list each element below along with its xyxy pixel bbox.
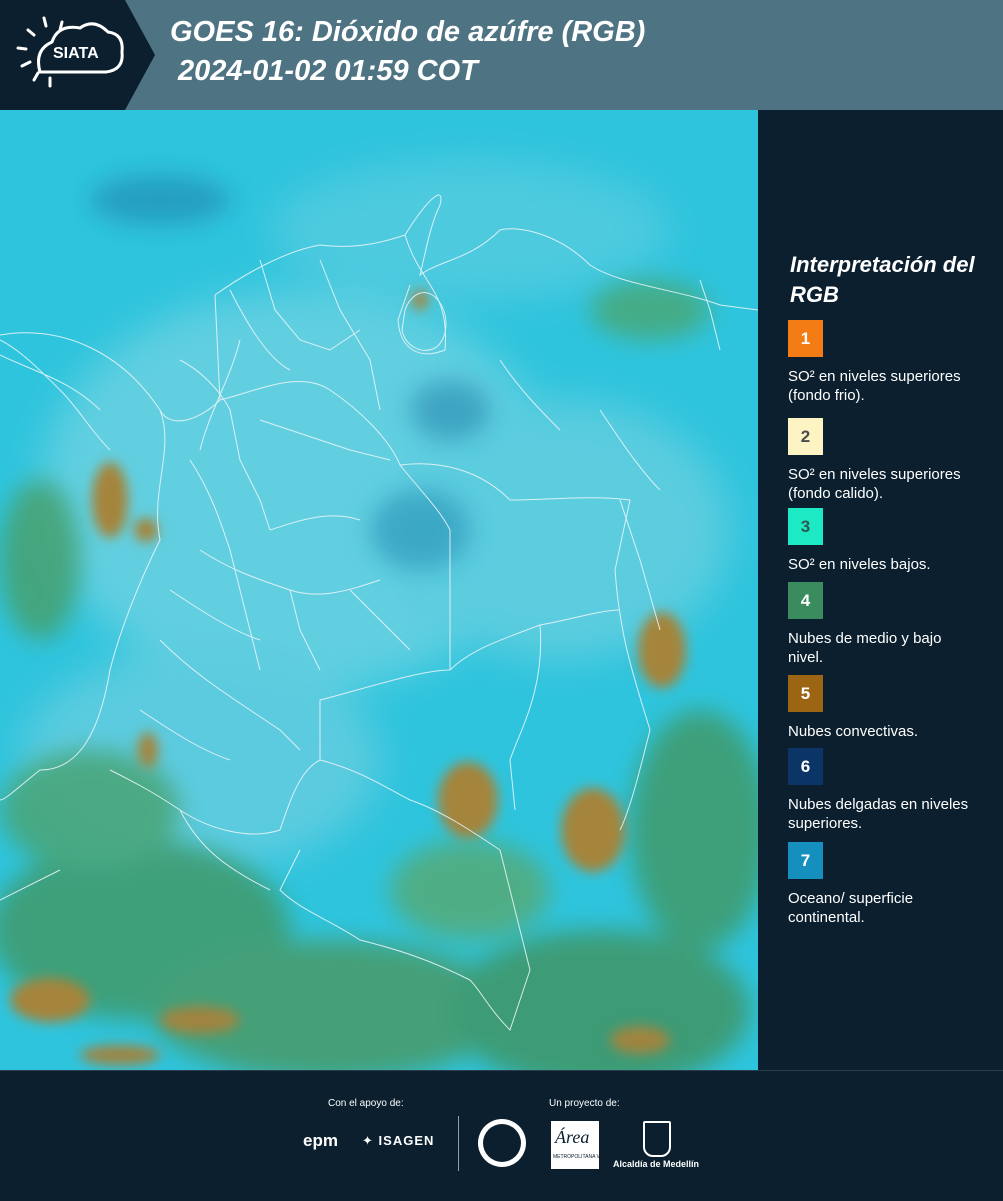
medellin-seal-icon[interactable] bbox=[478, 1119, 526, 1167]
legend-title: Interpretación del RGB bbox=[790, 252, 975, 307]
legend-label-6: Nubes delgadas en niveles superiores. bbox=[788, 796, 969, 832]
alcaldia-shield-icon[interactable] bbox=[643, 1121, 671, 1157]
page-title: GOES 16: Dióxido de azúfre (RGB) bbox=[170, 16, 646, 48]
legend-swatch-5: 5 bbox=[788, 675, 823, 712]
area-metropolitana-logo[interactable]: Área METROPOLITANA Valle de Aburrá bbox=[551, 1121, 630, 1169]
support-label: Con el apoyo de: bbox=[328, 1098, 404, 1109]
legend-swatch-3: 3 bbox=[788, 508, 823, 545]
isagen-logo[interactable]: ✦ ISAGEN bbox=[362, 1133, 434, 1149]
area-logo-text: Área bbox=[555, 1127, 590, 1147]
legend-item-3: 3 SO² en niveles bajos. bbox=[788, 508, 988, 574]
alcaldia-label: Alcaldía de Medellín bbox=[613, 1159, 700, 1169]
legend-item-2: 2 SO² en niveles superiores (fondo calid… bbox=[788, 418, 988, 503]
siata-logo[interactable]: SIATA bbox=[0, 0, 155, 110]
legend-label-5: Nubes convectivas. bbox=[788, 723, 919, 740]
page-timestamp: 2024-01-02 01:59 COT bbox=[178, 55, 478, 87]
legend-swatch-6: 6 bbox=[788, 748, 823, 785]
legend-label-4: Nubes de medio y bajo nivel. bbox=[788, 630, 942, 666]
legend-swatch-7: 7 bbox=[788, 842, 823, 879]
legend-label-2: SO² en niveles superiores (fondo calido)… bbox=[788, 466, 961, 502]
footer-divider bbox=[458, 1116, 459, 1171]
epm-logo[interactable]: epm bbox=[303, 1131, 338, 1151]
isagen-logo-icon: ✦ bbox=[362, 1133, 374, 1148]
legend-item-4: 4 Nubes de medio y bajo nivel. bbox=[788, 582, 988, 667]
legend-item-1: 1 SO² en niveles superiores (fondo frio)… bbox=[788, 320, 988, 405]
footer-bar: Con el apoyo de: Un proyecto de: epm ✦ I… bbox=[0, 1070, 1003, 1201]
legend-label-7: Oceano/ superficie continental. bbox=[788, 890, 914, 926]
satellite-map-image bbox=[0, 110, 758, 1070]
isagen-logo-text: ISAGEN bbox=[378, 1133, 435, 1148]
legend-panel: Interpretación del RGB 1 SO² en niveles … bbox=[758, 110, 1003, 1070]
legend-item-6: 6 Nubes delgadas en niveles superiores. bbox=[788, 748, 988, 833]
project-label: Un proyecto de: bbox=[549, 1098, 620, 1109]
header-bar: SIATA GOES 16: Dióxido de azúfre (RGB) 2… bbox=[0, 0, 1003, 110]
legend-label-3: SO² en niveles bajos. bbox=[788, 556, 931, 573]
legend-item-5: 5 Nubes convectivas. bbox=[788, 675, 988, 741]
satellite-map[interactable] bbox=[0, 110, 758, 1070]
siata-logo-text: SIATA bbox=[53, 45, 99, 62]
legend-swatch-1: 1 bbox=[788, 320, 823, 357]
legend-item-7: 7 Oceano/ superficie continental. bbox=[788, 842, 988, 927]
legend-swatch-4: 4 bbox=[788, 582, 823, 619]
legend-label-1: SO² en niveles superiores (fondo frio). bbox=[788, 368, 961, 404]
legend-swatch-2: 2 bbox=[788, 418, 823, 455]
